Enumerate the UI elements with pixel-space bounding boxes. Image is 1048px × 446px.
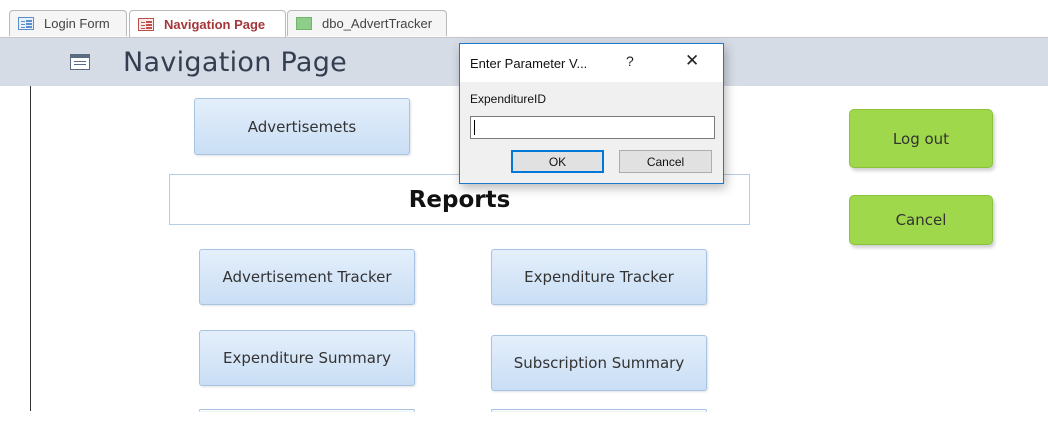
button-label: Expenditure Tracker [524,268,674,286]
reports-label: Reports [408,186,511,213]
advertisements-button[interactable]: Advertisemets [194,98,410,155]
dialog-cancel-button[interactable]: Cancel [619,150,712,173]
table-icon [296,17,312,30]
tab-dbo-adverttracker[interactable]: dbo_AdvertTracker [287,10,447,36]
document-tab-strip: Login Form Navigation Page dbo_AdvertTra… [0,0,1048,38]
button-label: OK [548,154,567,169]
tab-label: dbo_AdvertTracker [322,16,433,31]
button-label: Advertisement Tracker [222,268,392,286]
button-label: Cancel [646,154,685,169]
button-label: Expenditure Summary [222,349,391,367]
tab-login-form[interactable]: Login Form [9,10,127,36]
partial-button-right[interactable] [491,409,707,412]
partial-button-left[interactable] [199,409,415,412]
button-label: Cancel [895,211,947,229]
tab-label: Login Form [44,16,110,31]
dialog-title: Enter Parameter V... [470,56,588,71]
dialog-titlebar[interactable]: Enter Parameter V... ? ✕ [460,44,723,82]
help-icon[interactable]: ? [626,53,634,69]
ok-button[interactable]: OK [511,150,604,173]
cancel-button[interactable]: Cancel [849,195,993,245]
close-icon[interactable]: ✕ [685,51,699,71]
form-left-border [30,86,31,411]
button-label: Subscription Summary [513,354,685,372]
enter-parameter-dialog: Enter Parameter V... ? ✕ ExpenditureID O… [459,43,724,184]
page-title: Navigation Page [123,47,348,78]
form-icon [18,17,34,30]
parameter-input[interactable] [470,116,715,139]
form-icon [138,17,154,31]
tab-label: Navigation Page [164,16,266,32]
text-cursor [474,120,475,135]
subscription-summary-button[interactable]: Subscription Summary [491,335,707,391]
button-label: Advertisemets [247,117,357,136]
advertisement-tracker-button[interactable]: Advertisement Tracker [199,249,415,305]
form-icon [70,54,90,70]
log-out-button[interactable]: Log out [849,109,993,168]
parameter-label: ExpenditureID [470,92,547,106]
tab-navigation-page[interactable]: Navigation Page [129,10,286,37]
expenditure-summary-button[interactable]: Expenditure Summary [199,330,415,386]
expenditure-tracker-button[interactable]: Expenditure Tracker [491,249,707,305]
button-label: Log out [892,129,950,148]
